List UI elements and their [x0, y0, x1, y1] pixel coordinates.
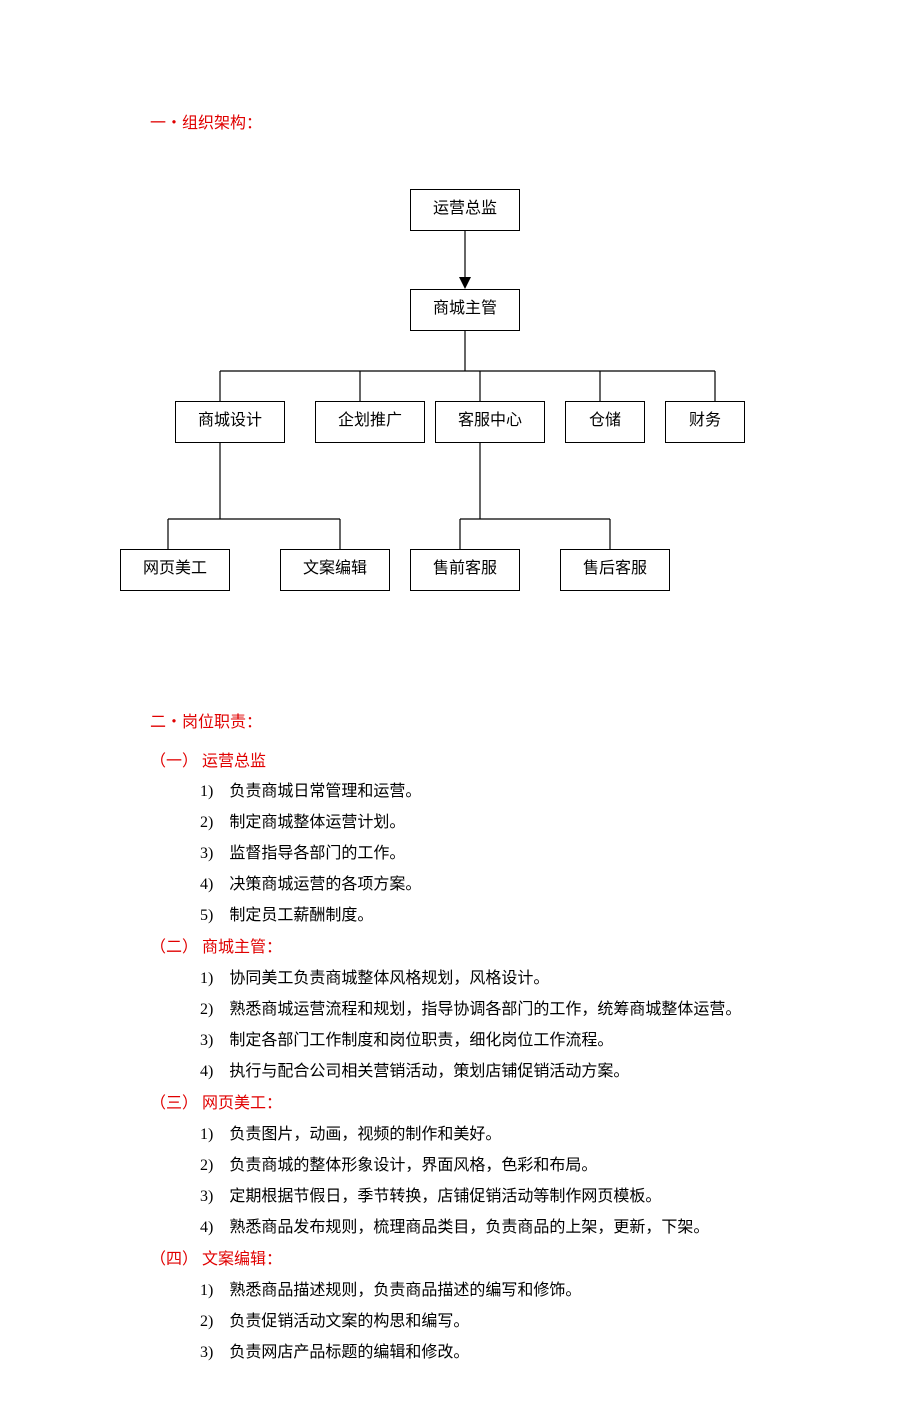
node-row3r-1-label: 售后客服	[583, 555, 647, 584]
node-row3l-1: 文案编辑	[280, 549, 390, 591]
node-row2-1: 企划推广	[315, 401, 425, 443]
list-item: 1) 协同美工负责商城整体风格规划，风格设计。	[200, 965, 810, 994]
list-item: 1) 负责图片，动画，视频的制作和美好。	[200, 1121, 810, 1150]
role-head: （四） 文案编辑：	[150, 1246, 810, 1275]
list-item: 5) 制定员工薪酬制度。	[200, 902, 810, 931]
role-head: （一） 运营总监	[150, 748, 810, 777]
node-row2-0: 商城设计	[175, 401, 285, 443]
list-item: 2) 制定商城整体运营计划。	[200, 809, 810, 838]
node-row3l-0: 网页美工	[120, 549, 230, 591]
list-item: 1) 负责商城日常管理和运营。	[200, 778, 810, 807]
list-item: 4) 执行与配合公司相关营销活动，策划店铺促销活动方案。	[200, 1058, 810, 1087]
node-row3l-0-label: 网页美工	[143, 555, 207, 584]
node-row2-1-label: 企划推广	[338, 407, 402, 436]
node-row3r-0-label: 售前客服	[433, 555, 497, 584]
node-row2-2-label: 客服中心	[458, 407, 522, 436]
node-mid-label: 商城主管	[433, 295, 497, 324]
role-block-0: （一） 运营总监 1) 负责商城日常管理和运营。 2) 制定商城整体运营计划。 …	[150, 748, 810, 931]
list-item: 2) 负责促销活动文案的构思和编写。	[200, 1308, 810, 1337]
role-block-3: （四） 文案编辑： 1) 熟悉商品描述规则，负责商品描述的编写和修饰。 2) 负…	[150, 1246, 810, 1367]
role-items: 1) 熟悉商品描述规则，负责商品描述的编写和修饰。 2) 负责促销活动文案的构思…	[150, 1277, 810, 1367]
list-item: 3) 负责网店产品标题的编辑和修改。	[200, 1339, 810, 1368]
node-row3l-1-label: 文案编辑	[303, 555, 367, 584]
list-item: 2) 负责商城的整体形象设计，界面风格，色彩和布局。	[200, 1152, 810, 1181]
node-top: 运营总监	[410, 189, 520, 231]
node-row2-4-label: 财务	[689, 407, 721, 436]
list-item: 3) 监督指导各部门的工作。	[200, 840, 810, 869]
node-row2-2: 客服中心	[435, 401, 545, 443]
node-row3r-0: 售前客服	[410, 549, 520, 591]
document-page: 一・组织架构： 运营总监 商城主	[0, 0, 920, 1410]
node-mid: 商城主管	[410, 289, 520, 331]
section2-title: 二・岗位职责：	[150, 709, 810, 738]
node-row3r-1: 售后客服	[560, 549, 670, 591]
role-items: 1) 协同美工负责商城整体风格规划，风格设计。 2) 熟悉商城运营流程和规划，指…	[150, 965, 810, 1086]
node-row2-3-label: 仓储	[589, 407, 621, 436]
node-row2-3: 仓储	[565, 401, 645, 443]
node-top-label: 运营总监	[433, 195, 497, 224]
node-row2-4: 财务	[665, 401, 745, 443]
role-head: （二） 商城主管：	[150, 934, 810, 963]
role-block-2: （三） 网页美工： 1) 负责图片，动画，视频的制作和美好。 2) 负责商城的整…	[150, 1090, 810, 1242]
list-item: 3) 定期根据节假日，季节转换，店铺促销活动等制作网页模板。	[200, 1183, 810, 1212]
list-item: 2) 熟悉商城运营流程和规划，指导协调各部门的工作，统筹商城整体运营。	[200, 996, 810, 1025]
list-item: 4) 熟悉商品发布规则，梳理商品类目，负责商品的上架，更新，下架。	[200, 1214, 810, 1243]
list-item: 3) 制定各部门工作制度和岗位职责，细化岗位工作流程。	[200, 1027, 810, 1056]
role-block-1: （二） 商城主管： 1) 协同美工负责商城整体风格规划，风格设计。 2) 熟悉商…	[150, 934, 810, 1086]
role-items: 1) 负责商城日常管理和运营。 2) 制定商城整体运营计划。 3) 监督指导各部…	[150, 778, 810, 930]
node-row2-0-label: 商城设计	[198, 407, 262, 436]
role-items: 1) 负责图片，动画，视频的制作和美好。 2) 负责商城的整体形象设计，界面风格…	[150, 1121, 810, 1242]
section1-title: 一・组织架构：	[150, 110, 810, 139]
org-chart: 运营总监 商城主管 商城设计 企划推广 客服中心 仓储 财务 网页美工 文案编辑…	[160, 149, 860, 609]
role-head: （三） 网页美工：	[150, 1090, 810, 1119]
list-item: 4) 决策商城运营的各项方案。	[200, 871, 810, 900]
